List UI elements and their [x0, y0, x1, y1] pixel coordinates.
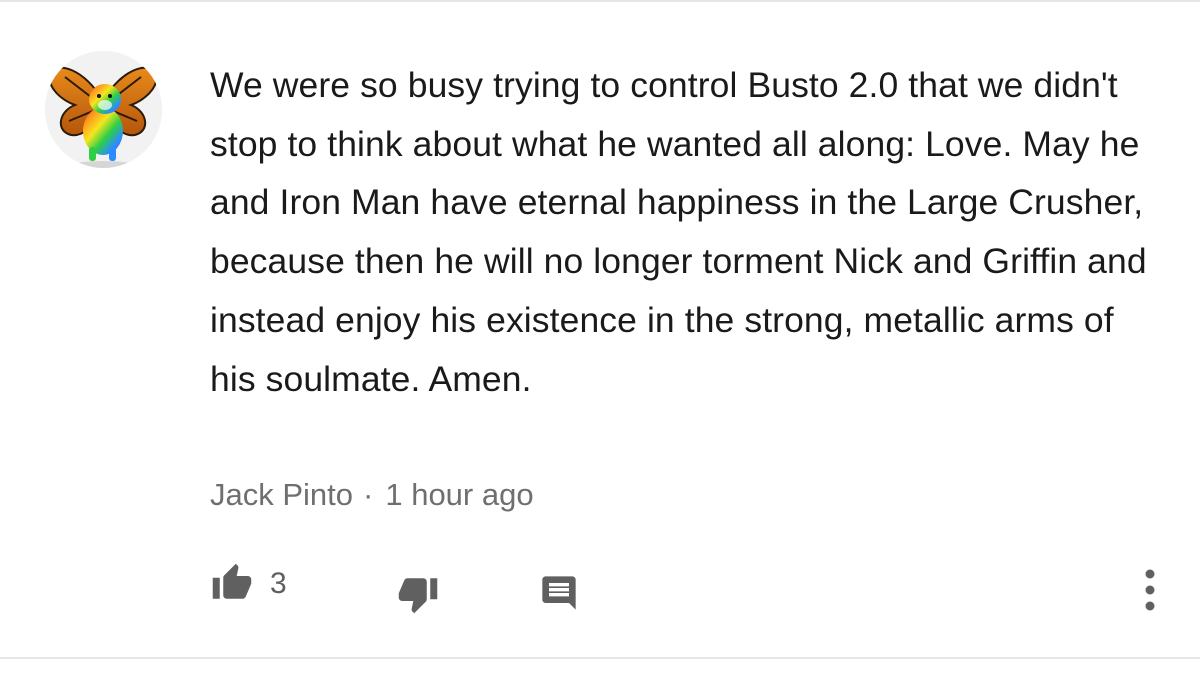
- top-divider: [0, 0, 1200, 2]
- avatar-image: [45, 51, 162, 168]
- comment-text: We were so busy trying to control Busto …: [210, 65, 1147, 399]
- reply-comment-icon[interactable]: [539, 573, 579, 613]
- thumbs-down-icon[interactable]: [396, 573, 440, 615]
- thumbs-up-icon[interactable]: [210, 562, 254, 604]
- bottom-divider: [0, 657, 1200, 659]
- comment-meta: Jack Pinto · 1 hour ago: [210, 476, 534, 514]
- avatar[interactable]: [45, 51, 162, 168]
- more-vertical-icon[interactable]: [1140, 568, 1160, 612]
- meta-separator: ·: [363, 477, 374, 512]
- comment-timestamp: 1 hour ago: [385, 477, 534, 512]
- like-count: 3: [270, 567, 287, 600]
- author-name[interactable]: Jack Pinto: [210, 477, 353, 512]
